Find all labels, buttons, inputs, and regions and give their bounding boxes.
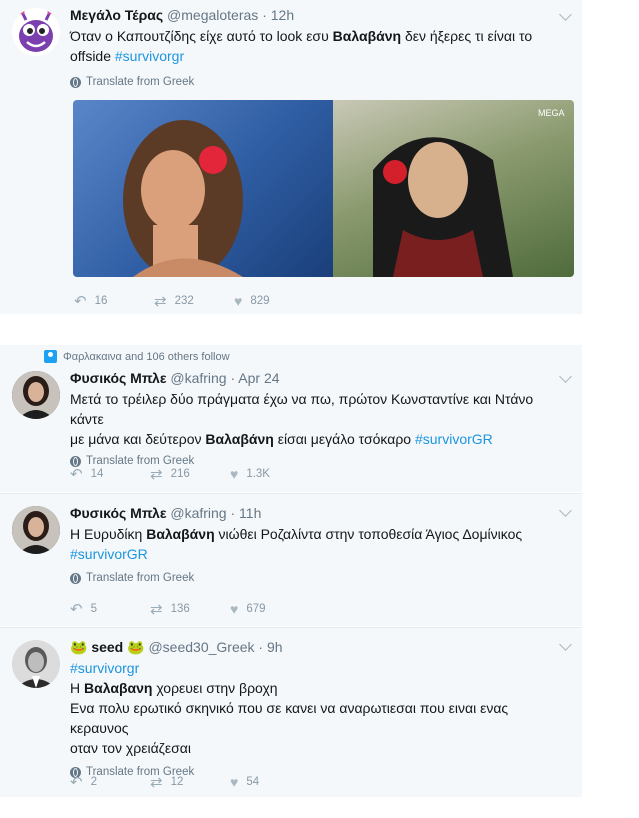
- translate-link[interactable]: Translate from Greek: [70, 76, 568, 88]
- retweet-icon: ⇄: [154, 293, 167, 310]
- tweet[interactable]: 🐸 seed 🐸 @seed30_Greek · 9h #survivorgr …: [0, 627, 582, 797]
- globe-icon: [70, 76, 81, 88]
- hashtag-link[interactable]: #survivorGR: [415, 431, 493, 447]
- timestamp[interactable]: 12h: [271, 7, 294, 23]
- reply-icon: ↶: [70, 774, 83, 791]
- tweet-actions: ↶ 14 ⇄ 216 ♥ 1.3K: [70, 465, 310, 483]
- tweet-text: #survivorgr Η Βαλαβανη χορευει στην βροχ…: [70, 660, 509, 756]
- reply-button[interactable]: ↶ 14: [70, 465, 150, 483]
- tweet-actions: ↶ 5 ⇄ 136 ♥ 679: [70, 600, 310, 618]
- tweet-header: Φυσικός Μπλε @kafring · 11h: [70, 505, 262, 521]
- tweet-text: Η Ευρυδίκη Βαλαβάνη νιώθει Ροζαλίντα στη…: [70, 526, 523, 562]
- reply-button[interactable]: ↶ 5: [70, 600, 150, 618]
- social-context[interactable]: Φαρλακαινα and 106 others follow: [44, 350, 230, 363]
- like-button[interactable]: ♥ 1.3K: [230, 466, 310, 482]
- timestamp[interactable]: 11h: [239, 505, 261, 521]
- translate-link[interactable]: Translate from Greek: [70, 572, 568, 584]
- retweet-icon: ⇄: [150, 774, 163, 791]
- like-button[interactable]: ♥ 54: [230, 774, 310, 790]
- avatar[interactable]: [12, 506, 60, 554]
- retweet-button[interactable]: ⇄ 232: [154, 292, 234, 310]
- retweet-icon: ⇄: [150, 601, 163, 618]
- avatar[interactable]: [12, 640, 60, 688]
- retweet-button[interactable]: ⇄ 136: [150, 600, 230, 618]
- username[interactable]: @kafring: [170, 370, 226, 386]
- monster-avatar-icon: [19, 9, 53, 52]
- display-name[interactable]: Φυσικός Μπλε: [70, 370, 166, 386]
- tweet[interactable]: Φυσικός Μπλε @kafring · 11h Η Ευρυδίκη Β…: [0, 493, 582, 626]
- tweet-actions: ↶ 2 ⇄ 12 ♥ 54: [70, 773, 310, 791]
- follow-icon: [44, 350, 57, 363]
- hashtag-link[interactable]: #survivorGR: [70, 546, 148, 562]
- media-image-left: [73, 100, 333, 277]
- like-button[interactable]: ♥ 829: [234, 293, 314, 309]
- heart-icon: ♥: [230, 466, 239, 482]
- reply-icon: ↶: [74, 293, 87, 310]
- hashtag-link[interactable]: #survivorgr: [115, 48, 184, 64]
- avatar[interactable]: [12, 371, 60, 419]
- username[interactable]: @kafring: [170, 505, 226, 521]
- timestamp[interactable]: 9h: [267, 639, 283, 655]
- hashtag-link[interactable]: #survivorgr: [70, 660, 139, 676]
- profile-photo: [12, 640, 60, 688]
- tweet-actions: ↶ 16 ⇄ 232 ♥ 829: [74, 292, 314, 310]
- heart-icon: ♥: [230, 774, 239, 790]
- profile-photo: [12, 506, 60, 554]
- reply-button[interactable]: ↶ 2: [70, 773, 150, 791]
- tweet-header: Φυσικός Μπλε @kafring · Apr 24: [70, 370, 280, 386]
- retweet-button[interactable]: ⇄ 216: [150, 465, 230, 483]
- tweet-text: Μετά το τρέιλερ δύο πράγματα έχω να πω, …: [70, 391, 534, 447]
- heart-icon: ♥: [230, 601, 239, 617]
- tweet-header: 🐸 seed 🐸 @seed30_Greek · 9h: [70, 639, 283, 655]
- tweet[interactable]: Φυσικός Μπλε @kafring · Apr 24 Μετά το τ…: [0, 345, 582, 492]
- like-button[interactable]: ♥ 679: [230, 601, 310, 617]
- globe-icon: [70, 572, 81, 584]
- reply-button[interactable]: ↶ 16: [74, 292, 154, 310]
- heart-icon: ♥: [234, 293, 243, 309]
- profile-photo: [12, 371, 60, 419]
- username[interactable]: @megaloteras: [167, 7, 258, 23]
- display-name[interactable]: seed: [91, 639, 123, 655]
- avatar[interactable]: [12, 8, 60, 56]
- timestamp[interactable]: Apr 24: [238, 370, 279, 386]
- username[interactable]: @seed30_Greek: [148, 639, 254, 655]
- svg-text:MEGA: MEGA: [538, 108, 565, 118]
- frog-emoji-icon: 🐸: [70, 639, 88, 655]
- media-image-right: MEGA: [333, 100, 574, 277]
- retweet-icon: ⇄: [150, 466, 163, 483]
- frog-emoji-icon: 🐸: [127, 639, 145, 655]
- tweet-text: Όταν ο Καπουτζίδης είχε αυτό το look εσυ…: [70, 28, 533, 64]
- display-name[interactable]: Μεγάλο Τέρας: [70, 7, 163, 23]
- tweet-header: Μεγάλο Τέρας @megaloteras · 12h: [70, 7, 295, 23]
- display-name[interactable]: Φυσικός Μπλε: [70, 505, 166, 521]
- reply-icon: ↶: [70, 466, 83, 483]
- reply-icon: ↶: [70, 601, 83, 618]
- tweet[interactable]: Μεγάλο Τέρας @megaloteras · 12h Όταν ο Κ…: [0, 0, 582, 314]
- retweet-button[interactable]: ⇄ 12: [150, 773, 230, 791]
- tweet-media[interactable]: MEGA: [73, 100, 574, 277]
